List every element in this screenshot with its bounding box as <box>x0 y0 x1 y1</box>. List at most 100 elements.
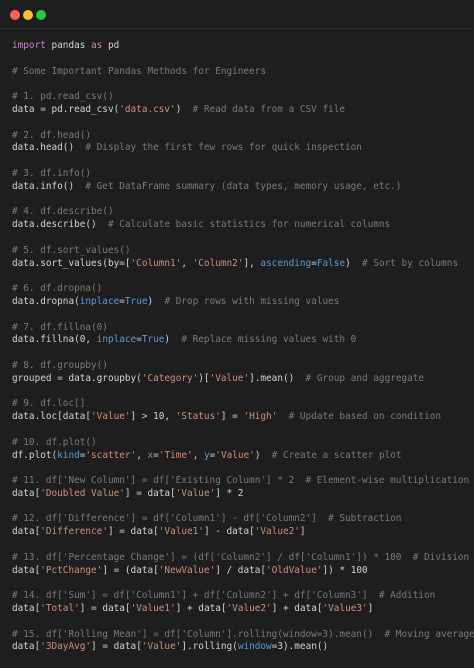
code-comment: # 13. df['Percentage Change'] = (df['Col… <box>12 551 470 563</box>
code-text: data.describe() <box>12 219 108 231</box>
code-text: data.loc[data[ <box>12 411 92 423</box>
code-comment: # 8. df.groupby() <box>12 359 108 371</box>
code-builtin: kind <box>57 449 80 461</box>
code-line: data['Doubled Value'] = data['Value'] * … <box>12 488 470 501</box>
code-text: ].mean() <box>249 372 306 384</box>
code-text: data[ <box>12 487 41 499</box>
code-text: pandas <box>45 40 92 51</box>
code-text: data.dropna( <box>12 295 80 307</box>
code-text: data[ <box>12 641 41 653</box>
code-comment: # Display the first few rows for quick i… <box>85 142 362 154</box>
code-text: ] <box>299 526 306 538</box>
close-window-button[interactable] <box>10 10 20 20</box>
code-line: data['Difference'] = data['Value1'] - da… <box>12 526 470 539</box>
code-text: data.sort_values(by=[ <box>12 257 131 269</box>
code-keyword: as <box>91 40 103 51</box>
code-comment: # 4. df.describe() <box>12 206 114 218</box>
code-line: data['PctChange'] = (data['NewValue'] / … <box>12 565 470 578</box>
code-comment: # Group and aggregate <box>305 372 425 384</box>
code-text: , <box>136 449 148 461</box>
code-editor[interactable]: import pandas as pd # Some Important Pand… <box>12 40 474 654</box>
code-text: ] = data[ <box>107 526 159 538</box>
code-comment: # Some Important Pandas Methods for Engi… <box>12 65 266 77</box>
code-string: 'Value' <box>209 372 250 384</box>
code-builtin: inplace <box>96 334 137 346</box>
code-line: data['3DayAvg'] = data['Value'].rolling(… <box>12 641 470 654</box>
code-line: data.head() # Display the first few rows… <box>12 142 470 155</box>
code-text: ] + data[ <box>175 603 227 615</box>
code-text: data[ <box>12 603 41 615</box>
code-text: ) <box>254 449 272 461</box>
code-string: 'Doubled Value' <box>40 487 125 499</box>
code-text: =3).mean() <box>271 641 329 653</box>
code-comment: # 1. pd.read_csv() <box>12 91 114 103</box>
code-text: ] = data[ <box>91 641 142 653</box>
code-text: pd <box>102 40 120 51</box>
code-text: ], <box>243 257 261 269</box>
code-line: data.fillna(0, inplace=True) # Replace m… <box>12 334 470 347</box>
code-string: 'Value' <box>215 449 255 461</box>
code-comment: # Get DataFrame summary (data types, mem… <box>85 180 402 192</box>
minimize-window-button[interactable] <box>23 10 33 20</box>
code-string: 'PctChange' <box>40 564 103 576</box>
code-comment: # 14. df['Sum'] = df['Column1'] + df['Co… <box>12 590 436 602</box>
code-line: data = pd.read_csv('data.csv') # Read da… <box>12 104 470 117</box>
code-line: # 1. pd.read_csv() <box>12 91 470 104</box>
code-text: data.info() <box>12 180 86 192</box>
code-string: 'Value1' <box>158 526 204 538</box>
code-text: ] = <box>220 411 244 423</box>
maximize-window-button[interactable] <box>36 10 46 20</box>
code-string: 'Difference' <box>40 526 108 538</box>
code-comment: # 5. df.sort_values() <box>12 244 131 256</box>
code-text: ].rolling( <box>181 641 238 653</box>
code-window: import pandas as pd # Some Important Pand… <box>0 0 474 668</box>
code-string: 'Category' <box>141 372 199 384</box>
code-string: 'Value3' <box>322 603 368 615</box>
code-text: ] + data[ <box>271 603 323 615</box>
code-string: 'data.csv' <box>119 103 176 115</box>
code-line: data.sort_values(by=['Column1', 'Column2… <box>12 258 470 271</box>
code-string: 'Value' <box>175 487 216 499</box>
code-line: grouped = data.groupby('Category')['Valu… <box>12 373 470 386</box>
code-keyword: import <box>12 40 46 51</box>
code-line: # 11. df['New Column'] = df['Existing Co… <box>12 475 470 488</box>
code-string: 'Value' <box>141 641 182 653</box>
code-string: 'NewValue' <box>158 564 216 576</box>
code-string: 'Status' <box>175 411 221 423</box>
code-comment: # Calculate basic statistics for numeric… <box>107 219 391 231</box>
code-line: data.dropna(inplace=True) # Drop rows wi… <box>12 296 470 309</box>
code-text: ] > 10, <box>130 411 176 423</box>
code-text: data = pd.read_csv( <box>12 103 120 115</box>
code-string: 'High' <box>243 411 278 423</box>
code-text: ) <box>147 295 165 307</box>
code-line: data.describe() # Calculate basic statis… <box>12 219 470 232</box>
code-line: # 12. df['Difference'] = df['Column1'] -… <box>12 513 470 526</box>
code-string: 'scatter' <box>85 449 137 461</box>
code-line: # 2. df.head() <box>12 130 470 143</box>
code-comment: # Drop rows with missing values <box>164 295 340 307</box>
window-titlebar <box>0 0 474 29</box>
code-text: ] <box>367 603 374 615</box>
code-text: data.head() <box>12 142 86 154</box>
code-text: ] / data[ <box>215 564 267 576</box>
code-line: # 3. df.info() <box>12 168 470 181</box>
code-line: # 13. df['Percentage Change'] = (df['Col… <box>12 552 470 565</box>
code-line: # 4. df.describe() <box>12 206 470 219</box>
code-text: data[ <box>12 526 41 538</box>
code-comment: # 3. df.info() <box>12 167 92 179</box>
code-line: # 8. df.groupby() <box>12 360 470 373</box>
code-comment: # 6. df.dropna() <box>12 283 103 295</box>
code-line: # Some Important Pandas Methods for Engi… <box>12 66 470 79</box>
code-text: ] = data[ <box>124 487 176 499</box>
code-line: # 6. df.dropna() <box>12 283 470 296</box>
code-builtin: True <box>124 295 148 307</box>
